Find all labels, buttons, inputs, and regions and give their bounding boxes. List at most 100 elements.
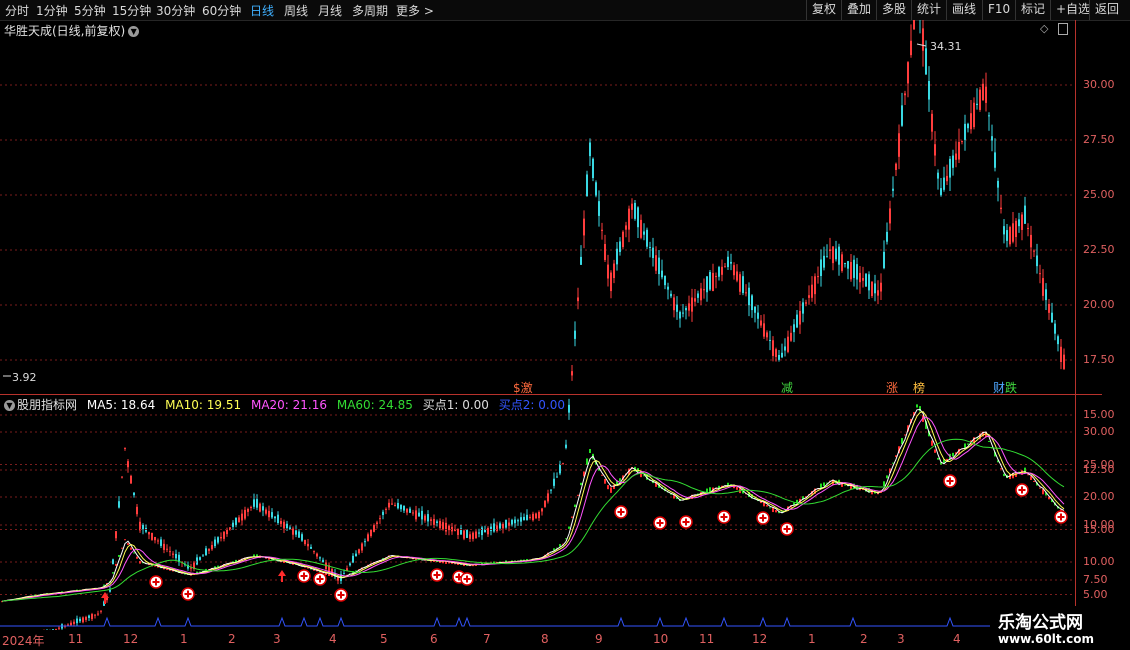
- indicator-bar: [571, 516, 573, 518]
- candle-body: [196, 557, 198, 565]
- candle-body: [94, 614, 96, 616]
- candle-body: [751, 295, 753, 311]
- candle-body: [925, 48, 927, 75]
- multi-stock-button[interactable]: 多股: [876, 0, 911, 20]
- candle-body: [406, 508, 408, 513]
- indicator-bar: [1030, 476, 1032, 480]
- candle-body: [148, 532, 150, 535]
- time-label: 3: [897, 632, 905, 646]
- candle-body: [607, 264, 609, 279]
- candle-body: [565, 444, 567, 448]
- buy-marker: [181, 587, 195, 601]
- candle-body: [166, 548, 168, 550]
- candle-body: [817, 276, 819, 278]
- candle-body: [805, 302, 807, 304]
- candle-body: [1030, 234, 1032, 248]
- indicator-bar: [577, 494, 579, 496]
- candle-body: [202, 555, 204, 557]
- tab-multi-period[interactable]: 多周期: [352, 2, 388, 19]
- kline-chart-area[interactable]: 34.31 3.92: [0, 20, 1075, 630]
- candle-body: [790, 332, 792, 341]
- candle-body: [556, 476, 558, 478]
- price-tick-label: 27.50: [1083, 133, 1115, 146]
- candle-body: [430, 519, 432, 521]
- candle-body: [847, 261, 849, 269]
- event-tag[interactable]: 榜: [912, 379, 926, 396]
- event-tag-text: 跌: [1005, 381, 1018, 395]
- buy-marker: [460, 572, 474, 586]
- event-tag[interactable]: $激: [512, 379, 534, 396]
- candle-body: [949, 158, 951, 178]
- tab-30min[interactable]: 30分钟: [156, 2, 195, 19]
- candle-body: [475, 531, 477, 539]
- tab-fenshi[interactable]: 分时: [5, 2, 29, 19]
- candle-body: [175, 553, 177, 559]
- candle-body: [97, 613, 99, 615]
- candle-body: [409, 508, 411, 513]
- candle-body: [685, 307, 687, 311]
- tab-15min[interactable]: 15分钟: [112, 2, 151, 19]
- candle-body: [508, 522, 510, 526]
- time-label: 11: [68, 632, 84, 646]
- price-tick-label: 20.00: [1083, 298, 1115, 311]
- indicator-tick-label: 30.00: [1083, 425, 1115, 438]
- candle-body: [700, 288, 702, 301]
- indicator-bar: [619, 478, 621, 482]
- candle-body: [364, 541, 366, 543]
- candle-body: [706, 276, 708, 293]
- mark-button[interactable]: 标记: [1015, 0, 1050, 20]
- candle-body: [1048, 304, 1050, 313]
- overlay-button[interactable]: 叠加: [841, 0, 876, 20]
- candle-body: [100, 610, 102, 612]
- high-pointer: [916, 43, 927, 47]
- candle-body: [727, 256, 729, 268]
- candle-body: [322, 559, 324, 563]
- tab-daily[interactable]: 日线: [250, 2, 274, 19]
- candle-body: [352, 555, 354, 563]
- statistics-button[interactable]: 统计: [911, 0, 946, 20]
- buy-point-2-value: 买点2: 0.00: [498, 398, 565, 412]
- candle-body: [418, 512, 420, 517]
- candle-body: [529, 516, 531, 518]
- candle-body: [412, 512, 414, 514]
- tab-60min[interactable]: 60分钟: [202, 2, 241, 19]
- event-tag[interactable]: 涨: [885, 379, 899, 396]
- candle-body: [697, 293, 699, 298]
- candle-body: [655, 255, 657, 271]
- f10-button[interactable]: F10: [982, 0, 1015, 20]
- candle-body: [1045, 289, 1047, 301]
- tab-weekly[interactable]: 周线: [284, 2, 308, 19]
- candle-body: [349, 563, 351, 566]
- tab-5min[interactable]: 5分钟: [74, 2, 106, 19]
- candle-body: [778, 354, 780, 360]
- event-tag[interactable]: 减: [780, 379, 794, 396]
- candle-body: [304, 539, 306, 545]
- candle-body: [160, 539, 162, 546]
- price-tick-label: 22.50: [1083, 243, 1115, 256]
- back-button[interactable]: 返回: [1089, 0, 1124, 20]
- candle-body: [583, 218, 585, 236]
- tab-more[interactable]: 更多 >: [396, 2, 434, 19]
- chevron-down-icon[interactable]: ▼: [4, 400, 15, 411]
- draw-line-button[interactable]: 画线: [946, 0, 981, 20]
- candle-body: [940, 188, 942, 196]
- right-edge-panel: [1120, 24, 1130, 630]
- candle-body: [457, 528, 459, 535]
- time-label: 2024年: [2, 634, 45, 648]
- tab-1min[interactable]: 1分钟: [36, 2, 68, 19]
- time-label: 3: [273, 632, 281, 646]
- candle-body: [664, 275, 666, 286]
- candle-body: [1051, 312, 1053, 323]
- ma10-value: MA10: 19.51: [165, 398, 242, 412]
- candle-body: [541, 508, 543, 512]
- indicator-name[interactable]: 股朋指标网: [17, 398, 77, 412]
- fuquan-button[interactable]: 复权: [806, 0, 841, 20]
- candle-body: [733, 265, 735, 276]
- indicator-bar: [124, 539, 126, 541]
- tab-monthly[interactable]: 月线: [318, 2, 342, 19]
- candle-body: [853, 259, 855, 278]
- candle-body: [466, 529, 468, 538]
- buy-marker: [717, 510, 731, 524]
- candle-body: [895, 163, 897, 170]
- event-tag[interactable]: 财跌: [992, 379, 1018, 396]
